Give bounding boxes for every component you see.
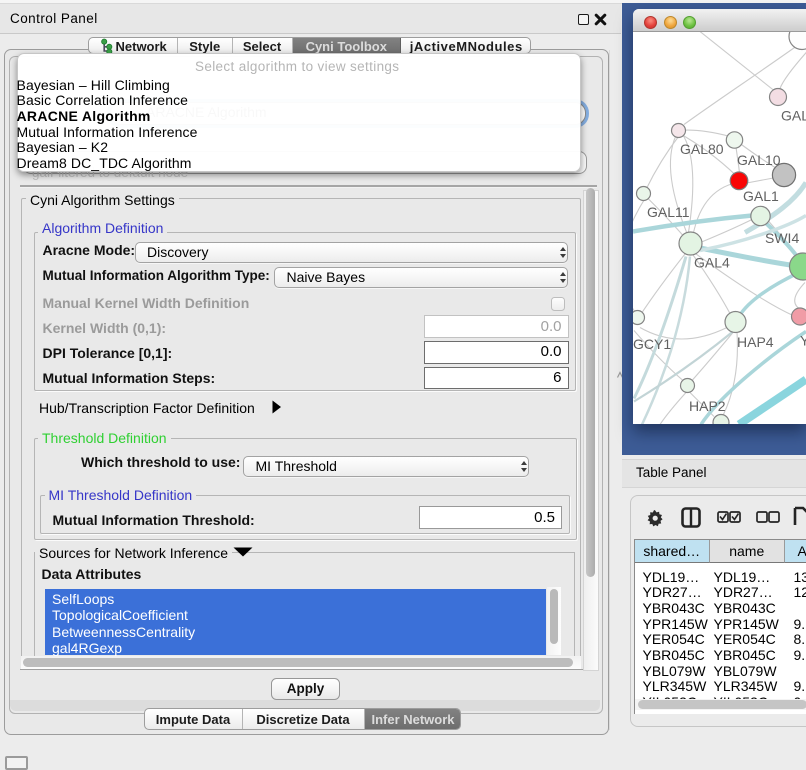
svg-text:HAP2: HAP2 bbox=[689, 398, 726, 414]
svg-text:YJ: YJ bbox=[800, 332, 806, 348]
svg-text:GAL10: GAL10 bbox=[737, 152, 781, 168]
svg-text:GAL11: GAL11 bbox=[647, 204, 690, 220]
svg-text:GAL4: GAL4 bbox=[694, 254, 730, 270]
svg-text:HAP4: HAP4 bbox=[737, 334, 774, 350]
svg-text:GAL80: GAL80 bbox=[680, 141, 724, 157]
svg-text:GAL1: GAL1 bbox=[743, 188, 779, 204]
svg-text:GAL2: GAL2 bbox=[781, 107, 806, 123]
svg-text:SWI4: SWI4 bbox=[765, 230, 799, 246]
svg-text:GCY1: GCY1 bbox=[633, 336, 671, 352]
